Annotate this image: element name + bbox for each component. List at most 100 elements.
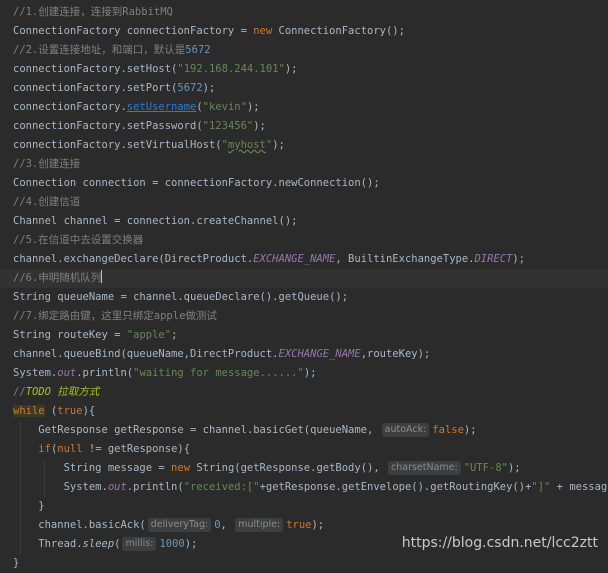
code-text: String queueName = channel.queueDeclare(… [13,288,348,307]
code-text: Thread.sleep(millis: 1000); [13,535,197,554]
code-token: ); [507,462,521,474]
code-line[interactable]: connectionFactory.setHost("192.168.244.1… [0,60,608,79]
code-token: "apple" [126,329,172,341]
text-cursor [101,270,103,283]
code-token: +getResponse.getEnvelope().getRoutingKey… [259,481,532,493]
code-line[interactable]: } [0,554,608,573]
code-text: connectionFactory.setVirtualHost("myhost… [13,136,285,155]
code-text: channel.queueBind(queueName,DirectProduc… [13,345,430,364]
code-text: //6.申明随机队列 [13,269,103,288]
code-line[interactable]: System.out.println("received:["+getRespo… [0,478,608,497]
code-line[interactable]: Connection connection = connectionFactor… [0,174,608,193]
code-text: //1.创建连接，连接到RabbitMQ [13,3,173,22]
code-text: if(null != getResponse){ [13,440,190,459]
code-token: EXCHANGE_NAME [278,348,361,360]
code-token: //4.创建信道 [13,196,81,208]
code-token: ; [171,329,178,341]
code-text: connectionFactory.setPassword("123456"); [13,117,266,136]
code-line[interactable]: String message = new String(getResponse.… [0,459,608,478]
code-line[interactable]: connectionFactory.setPort(5672); [0,79,608,98]
code-token: System. [13,367,58,379]
code-line[interactable]: //7.绑定路由键，这里只绑定apple做测试 [0,307,608,326]
code-token: ); [246,101,260,113]
code-line[interactable]: //3.创建连接 [0,155,608,174]
code-token: } [13,500,45,512]
code-token: ); [303,367,317,379]
code-token: GetResponse getResponse = channel.basicG… [13,424,380,436]
code-text: channel.exchangeDeclare(DirectProduct.EX… [13,250,525,269]
code-token: //3.创建连接 [13,158,81,170]
code-line[interactable]: //2.设置连接地址，和端口，默认是5672 [0,41,608,60]
code-text: Channel channel = connection.createChann… [13,212,297,231]
code-token: ( [114,538,121,550]
code-line[interactable]: ConnectionFactory connectionFactory = ne… [0,22,608,41]
code-text: //2.设置连接地址，和端口，默认是5672 [13,41,211,60]
code-token: true [57,405,83,417]
code-token: Thread. [13,538,83,550]
parameter-hint: millis: [122,537,157,551]
code-line[interactable]: connectionFactory.setPassword("123456"); [0,117,608,136]
code-token: new [171,462,197,474]
code-token: "UTF-8" [463,462,508,474]
code-token: String(getResponse.getBody(), [196,462,386,474]
code-text: //5.在信道中去设置交换器 [13,231,143,250]
code-line[interactable]: GetResponse getResponse = channel.basicG… [0,421,608,440]
code-token: channel.exchangeDeclare(DirectProduct. [13,253,254,265]
code-line[interactable]: channel.exchangeDeclare(DirectProduct.EX… [0,250,608,269]
parameter-hint: deliveryTag: [147,518,212,532]
code-line[interactable]: while (true){ [0,402,608,421]
code-token: // [13,386,26,398]
code-token: ); [253,120,266,132]
code-line[interactable]: connectionFactory.setVirtualHost("myhost… [0,136,608,155]
code-token: connectionFactory.setPassword( [13,120,203,132]
code-text: //4.创建信道 [13,193,80,212]
code-token: //2.设置连接地址，和端口，默认是 [13,44,186,56]
code-line[interactable]: System.out.println("waiting for message.… [0,364,608,383]
code-line[interactable]: //6.申明随机队列 [0,269,608,288]
code-text: GetResponse getResponse = channel.basicG… [13,421,477,440]
code-token: ); [311,519,325,531]
code-line[interactable]: //TODO 拉取方式 [0,383,608,402]
code-token: sleep [82,538,115,550]
code-token: Connection connection = connectionFactor… [13,177,380,189]
code-line[interactable]: //1.创建连接，连接到RabbitMQ [0,3,608,22]
code-line[interactable]: //5.在信道中去设置交换器 [0,231,608,250]
code-line[interactable]: //4.创建信道 [0,193,608,212]
code-token: ( [44,405,58,417]
code-token: //6.申明随机队列 [13,272,102,284]
code-token: , BuiltinExchangeType. [335,253,475,265]
code-text: String routeKey = "apple"; [13,326,177,345]
code-token: 5672 [177,82,203,94]
code-line[interactable]: } [0,497,608,516]
code-token: ); [272,139,285,151]
code-token: .println( [126,481,184,493]
parameter-hint: charsetName: [388,461,461,475]
code-line[interactable]: String routeKey = "apple"; [0,326,608,345]
code-token: connectionFactory.setVirtualHost( [13,139,222,151]
code-line[interactable]: String queueName = channel.queueDeclare(… [0,288,608,307]
code-line[interactable]: if(null != getResponse){ [0,440,608,459]
code-token: != getResponse){ [82,443,191,455]
code-token: connectionFactory.setPort( [13,82,178,94]
code-editor[interactable]: //1.创建连接，连接到RabbitMQ ConnectionFactory co… [0,0,608,569]
code-token: ); [202,82,216,94]
code-token: String message = [13,462,172,474]
watermark: https://blog.csdn.net/lcc2ztt [401,535,598,551]
code-text: } [13,554,19,573]
code-token: //1.创建连接，连接到RabbitMQ [13,6,173,18]
code-text: channel.basicAck(deliveryTag: 0, multiple… [13,516,324,535]
code-token: "123456" [202,120,254,132]
code-line[interactable]: Channel channel = connection.createChann… [0,212,608,231]
code-text: while (true){ [13,402,95,421]
code-token: out [107,481,127,493]
code-text: System.out.println("received:["+getRespo… [13,478,608,497]
code-token: channel.basicAck( [13,519,146,531]
code-line[interactable]: channel.basicAck(deliveryTag: 0, multiple… [0,516,608,535]
code-text: //TODO 拉取方式 [13,383,99,402]
code-text: Connection connection = connectionFactor… [13,174,380,193]
code-line[interactable]: connectionFactory.setUsername("kevin"); [0,98,608,117]
code-line[interactable]: channel.queueBind(queueName,DirectProduc… [0,345,608,364]
code-token: ){ [82,405,96,417]
code-token: connectionFactory.setHost( [13,63,178,75]
